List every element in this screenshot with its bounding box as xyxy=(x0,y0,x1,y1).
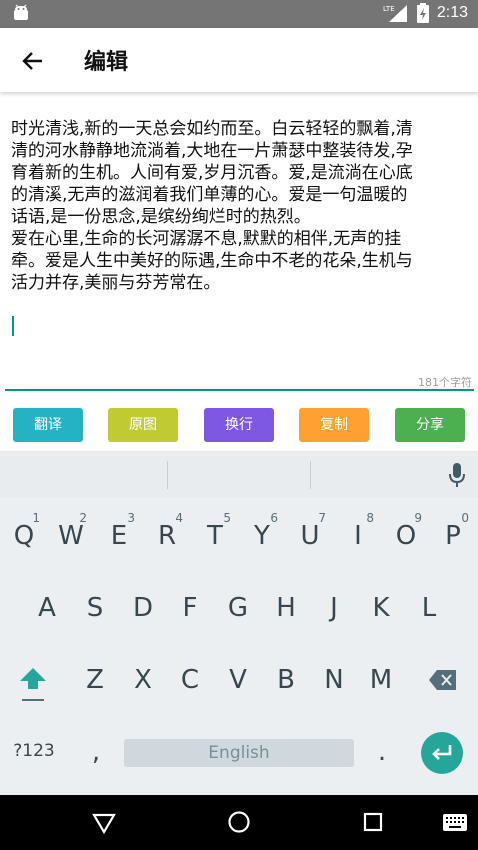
key-a[interactable]: A xyxy=(25,579,69,635)
key-label: Z xyxy=(86,665,104,695)
key-label: , xyxy=(91,737,101,767)
arrow-left-icon[interactable] xyxy=(20,48,46,74)
key-r[interactable]: 4R xyxy=(145,507,189,563)
space-bar[interactable]: English xyxy=(124,739,354,767)
key-i[interactable]: 8I xyxy=(336,507,380,563)
symbols-key[interactable]: ?123 xyxy=(2,723,66,779)
text-editor[interactable]: 时光清浅,新的一天总会如约而至。白云轻轻的飘着,清清的河水静静地流淌着,大地在一… xyxy=(11,118,421,294)
key-label: R xyxy=(157,521,177,551)
status-bar: LTE 2:13 xyxy=(0,0,478,28)
key-label: U xyxy=(300,521,320,551)
key-label: F xyxy=(182,593,198,623)
return-arrow-icon xyxy=(432,745,452,760)
key-label: P xyxy=(445,521,461,551)
copy-button[interactable]: 复制 xyxy=(299,408,369,442)
key-e[interactable]: 3E xyxy=(97,507,141,563)
battery-icon xyxy=(416,3,429,23)
app-bar: 编辑 xyxy=(0,28,478,92)
key-u[interactable]: 7U xyxy=(288,507,332,563)
key-label: . xyxy=(377,737,387,767)
period-key[interactable]: . xyxy=(360,723,404,779)
shift-key[interactable] xyxy=(11,651,55,707)
key-label: O xyxy=(395,521,417,551)
key-d[interactable]: D xyxy=(121,579,165,635)
key-g[interactable]: G xyxy=(216,579,260,635)
microphone-icon[interactable] xyxy=(448,462,466,488)
key-c[interactable]: C xyxy=(168,651,212,707)
key-q[interactable]: 1Q xyxy=(2,507,46,563)
key-label: V xyxy=(229,665,247,695)
key-j[interactable]: J xyxy=(312,579,356,635)
key-l[interactable]: L xyxy=(407,579,451,635)
editor-underline xyxy=(5,389,474,391)
backspace-icon xyxy=(429,670,456,690)
key-s[interactable]: S xyxy=(73,579,117,635)
share-button[interactable]: 分享 xyxy=(395,408,465,442)
char-counter: 181个字符 xyxy=(418,376,472,389)
key-label: X xyxy=(134,665,152,695)
original-image-button[interactable]: 原图 xyxy=(108,408,178,442)
key-label: B xyxy=(277,665,295,695)
navigation-bar xyxy=(0,795,478,850)
comma-key[interactable]: , xyxy=(74,723,118,779)
key-x[interactable]: X xyxy=(121,651,165,707)
suggestion-strip xyxy=(0,451,478,497)
key-label: G xyxy=(227,593,249,623)
page-title: 编辑 xyxy=(84,50,129,75)
key-z[interactable]: Z xyxy=(73,651,117,707)
key-label: Q xyxy=(13,521,35,551)
key-label: T xyxy=(207,521,223,551)
key-y[interactable]: 6Y xyxy=(240,507,284,563)
enter-key[interactable] xyxy=(421,732,463,774)
key-p[interactable]: 0P xyxy=(431,507,475,563)
key-label: C xyxy=(180,665,200,695)
lte-signal-icon: LTE xyxy=(383,5,407,22)
key-m[interactable]: M xyxy=(359,651,403,707)
key-label: N xyxy=(324,665,344,695)
key-label: L xyxy=(421,593,437,623)
suggestion-divider xyxy=(310,461,311,489)
key-label: K xyxy=(372,593,390,623)
key-label: W xyxy=(58,521,84,551)
key-f[interactable]: F xyxy=(168,579,212,635)
svg-text:LTE: LTE xyxy=(383,5,395,13)
key-t[interactable]: 5T xyxy=(193,507,237,563)
keyboard-icon[interactable] xyxy=(443,814,467,831)
key-label: ?123 xyxy=(13,741,55,761)
key-h[interactable]: H xyxy=(264,579,308,635)
home-circle-icon[interactable] xyxy=(227,810,251,834)
key-label: A xyxy=(38,593,56,623)
line-break-button[interactable]: 换行 xyxy=(204,408,274,442)
key-b[interactable]: B xyxy=(264,651,308,707)
android-icon xyxy=(14,4,28,20)
translate-button[interactable]: 翻译 xyxy=(13,408,83,442)
status-time: 2:13 xyxy=(436,4,468,21)
action-bar: 翻译 原图 换行 复制 分享 xyxy=(13,408,465,442)
back-triangle-icon[interactable] xyxy=(92,811,116,835)
soft-keyboard: 1Q 2W 3E 4R 5T 6Y 7U 8I 9O 0P A S D F G … xyxy=(0,451,478,795)
key-label: E xyxy=(110,521,128,551)
key-label: I xyxy=(354,521,362,551)
text-caret xyxy=(12,316,14,336)
key-label: Y xyxy=(254,521,270,551)
key-k[interactable]: K xyxy=(359,579,403,635)
key-label: S xyxy=(86,593,104,623)
key-w[interactable]: 2W xyxy=(49,507,93,563)
suggestion-divider xyxy=(167,461,168,489)
key-label: M xyxy=(369,665,393,695)
delete-key[interactable] xyxy=(421,651,465,707)
key-n[interactable]: N xyxy=(312,651,356,707)
recents-square-icon[interactable] xyxy=(363,812,383,832)
key-o[interactable]: 9O xyxy=(384,507,428,563)
key-v[interactable]: V xyxy=(216,651,260,707)
key-label: J xyxy=(330,593,338,623)
key-label: H xyxy=(276,593,296,623)
key-label: D xyxy=(132,593,154,623)
shift-arrow-icon xyxy=(20,668,46,701)
